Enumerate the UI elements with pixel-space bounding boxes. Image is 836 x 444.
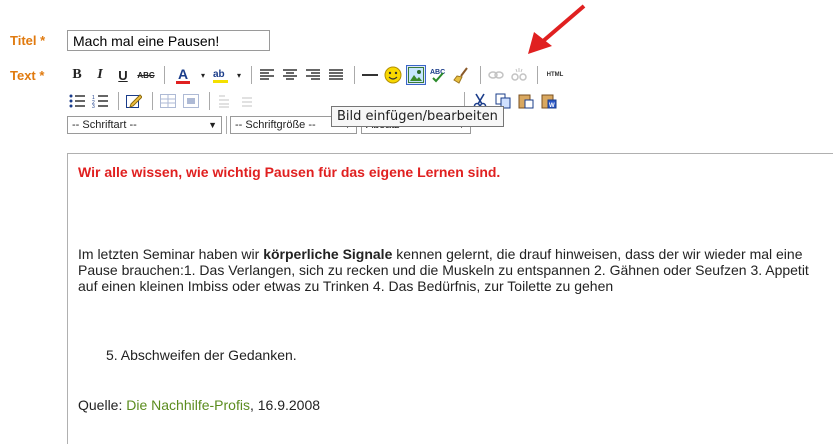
insert-link-button[interactable] xyxy=(486,65,506,85)
insert-image-button[interactable] xyxy=(406,65,426,85)
insert-row-button[interactable] xyxy=(215,91,235,111)
align-center-button[interactable] xyxy=(280,65,300,85)
toolbar-separator xyxy=(354,66,355,84)
annotation-arrow xyxy=(528,4,586,54)
toolbar-separator xyxy=(152,92,153,110)
toolbar-separator xyxy=(251,66,252,84)
color-swatch xyxy=(176,80,190,84)
text-label: Text * xyxy=(10,68,45,83)
titel-input[interactable] xyxy=(67,30,270,51)
table-button[interactable] xyxy=(158,91,178,111)
svg-text:W: W xyxy=(549,103,555,109)
align-justify-button[interactable] xyxy=(326,65,346,85)
rich-text-editor: B I U ABC A ▾ ab ▾ ABC HTML 1 2 3 W -- S… xyxy=(67,60,833,444)
font-size-value: -- Schriftgröße -- xyxy=(235,119,316,131)
unlink-button[interactable] xyxy=(509,65,529,85)
bullet-list-button[interactable] xyxy=(67,91,87,111)
bullet-list-icon xyxy=(69,94,85,108)
body-paragraph: Im letzten Seminar haben wir körperliche… xyxy=(78,246,818,294)
numbered-list-icon: 123 xyxy=(92,95,108,108)
bold-button[interactable]: B xyxy=(67,65,87,85)
horizontal-rule-button[interactable] xyxy=(360,65,380,85)
highlight-color-button[interactable]: ab xyxy=(210,65,232,85)
italic-button[interactable]: I xyxy=(90,65,110,85)
chevron-down-icon: ▼ xyxy=(208,120,217,130)
svg-text:3: 3 xyxy=(92,104,95,108)
svg-text:ABC: ABC xyxy=(430,69,445,76)
smiley-icon xyxy=(384,66,402,84)
highlight-color-dropdown[interactable]: ▾ xyxy=(235,65,243,85)
align-left-icon xyxy=(260,69,274,80)
toolbar-row-1: B I U ABC A ▾ ab ▾ ABC HTML xyxy=(67,62,570,88)
html-source-button[interactable]: HTML xyxy=(543,65,567,85)
font-color-dropdown[interactable]: ▾ xyxy=(199,65,207,85)
toolbar-separator xyxy=(164,66,165,84)
emoticon-button[interactable] xyxy=(383,65,403,85)
titel-label: Titel * xyxy=(10,33,46,48)
toolbar-separator xyxy=(537,66,538,84)
align-right-button[interactable] xyxy=(303,65,323,85)
align-justify-icon xyxy=(329,69,343,80)
unlink-icon xyxy=(511,68,527,81)
paste-word-button[interactable]: W xyxy=(539,91,559,111)
align-left-button[interactable] xyxy=(257,65,277,85)
toolbar-separator xyxy=(118,92,119,110)
font-color-icon: A xyxy=(177,65,189,82)
table-props-button[interactable] xyxy=(181,91,201,111)
toolbar-separator xyxy=(209,92,210,110)
headline-text: Wir alle wissen, wie wichtig Pausen für … xyxy=(78,164,501,180)
font-color-button[interactable]: A xyxy=(170,65,196,85)
source-line: Quelle: Die Nachhilfe-Profis, 16.9.2008 xyxy=(78,397,818,413)
source-link[interactable]: Die Nachhilfe-Profis xyxy=(126,397,250,413)
delete-row-icon xyxy=(242,97,252,107)
edit-button[interactable] xyxy=(124,91,144,111)
tooltip-insert-image: Bild einfügen/bearbeiten xyxy=(331,106,504,127)
align-center-icon xyxy=(283,69,297,80)
spellcheck-button[interactable]: ABC xyxy=(429,65,449,85)
horizontal-rule-icon xyxy=(362,74,378,76)
table-props-icon xyxy=(183,94,199,108)
paste-icon xyxy=(518,94,534,109)
body-text: Im letzten Seminar haben wir xyxy=(78,246,264,262)
toolbar-separator xyxy=(480,66,481,84)
source-label: Quelle: xyxy=(78,397,127,413)
spellcheck-icon: ABC xyxy=(430,69,445,83)
list-item-5: 5. Abschweifen der Gedanken. xyxy=(106,347,297,363)
font-family-value: -- Schriftart -- xyxy=(72,119,137,131)
insert-col-button[interactable] xyxy=(261,91,281,111)
numbered-list-button[interactable]: 123 xyxy=(90,91,110,111)
underline-button[interactable]: U xyxy=(113,65,133,85)
svg-text:ab: ab xyxy=(213,69,225,80)
paste-button[interactable] xyxy=(516,91,536,111)
broom-icon xyxy=(453,67,468,84)
align-right-icon xyxy=(306,69,320,80)
image-icon xyxy=(408,67,424,83)
paste-word-icon: W xyxy=(541,94,557,109)
delete-row-button[interactable] xyxy=(238,91,258,111)
source-date: , 16.9.2008 xyxy=(249,397,321,413)
cleanup-button[interactable] xyxy=(452,65,472,85)
strikethrough-button[interactable]: ABC xyxy=(136,65,156,85)
link-icon xyxy=(488,71,504,79)
insert-row-icon xyxy=(219,95,229,108)
edit-icon xyxy=(126,94,142,108)
body-bold-text: körperliche Signale xyxy=(263,246,393,262)
table-icon xyxy=(160,94,176,108)
highlight-icon: ab xyxy=(213,69,228,83)
toolbar-separator xyxy=(226,116,227,134)
editor-content-area[interactable]: Wir alle wissen, wie wichtig Pausen für … xyxy=(67,153,833,444)
font-family-select[interactable]: -- Schriftart -- ▼ xyxy=(67,116,222,134)
